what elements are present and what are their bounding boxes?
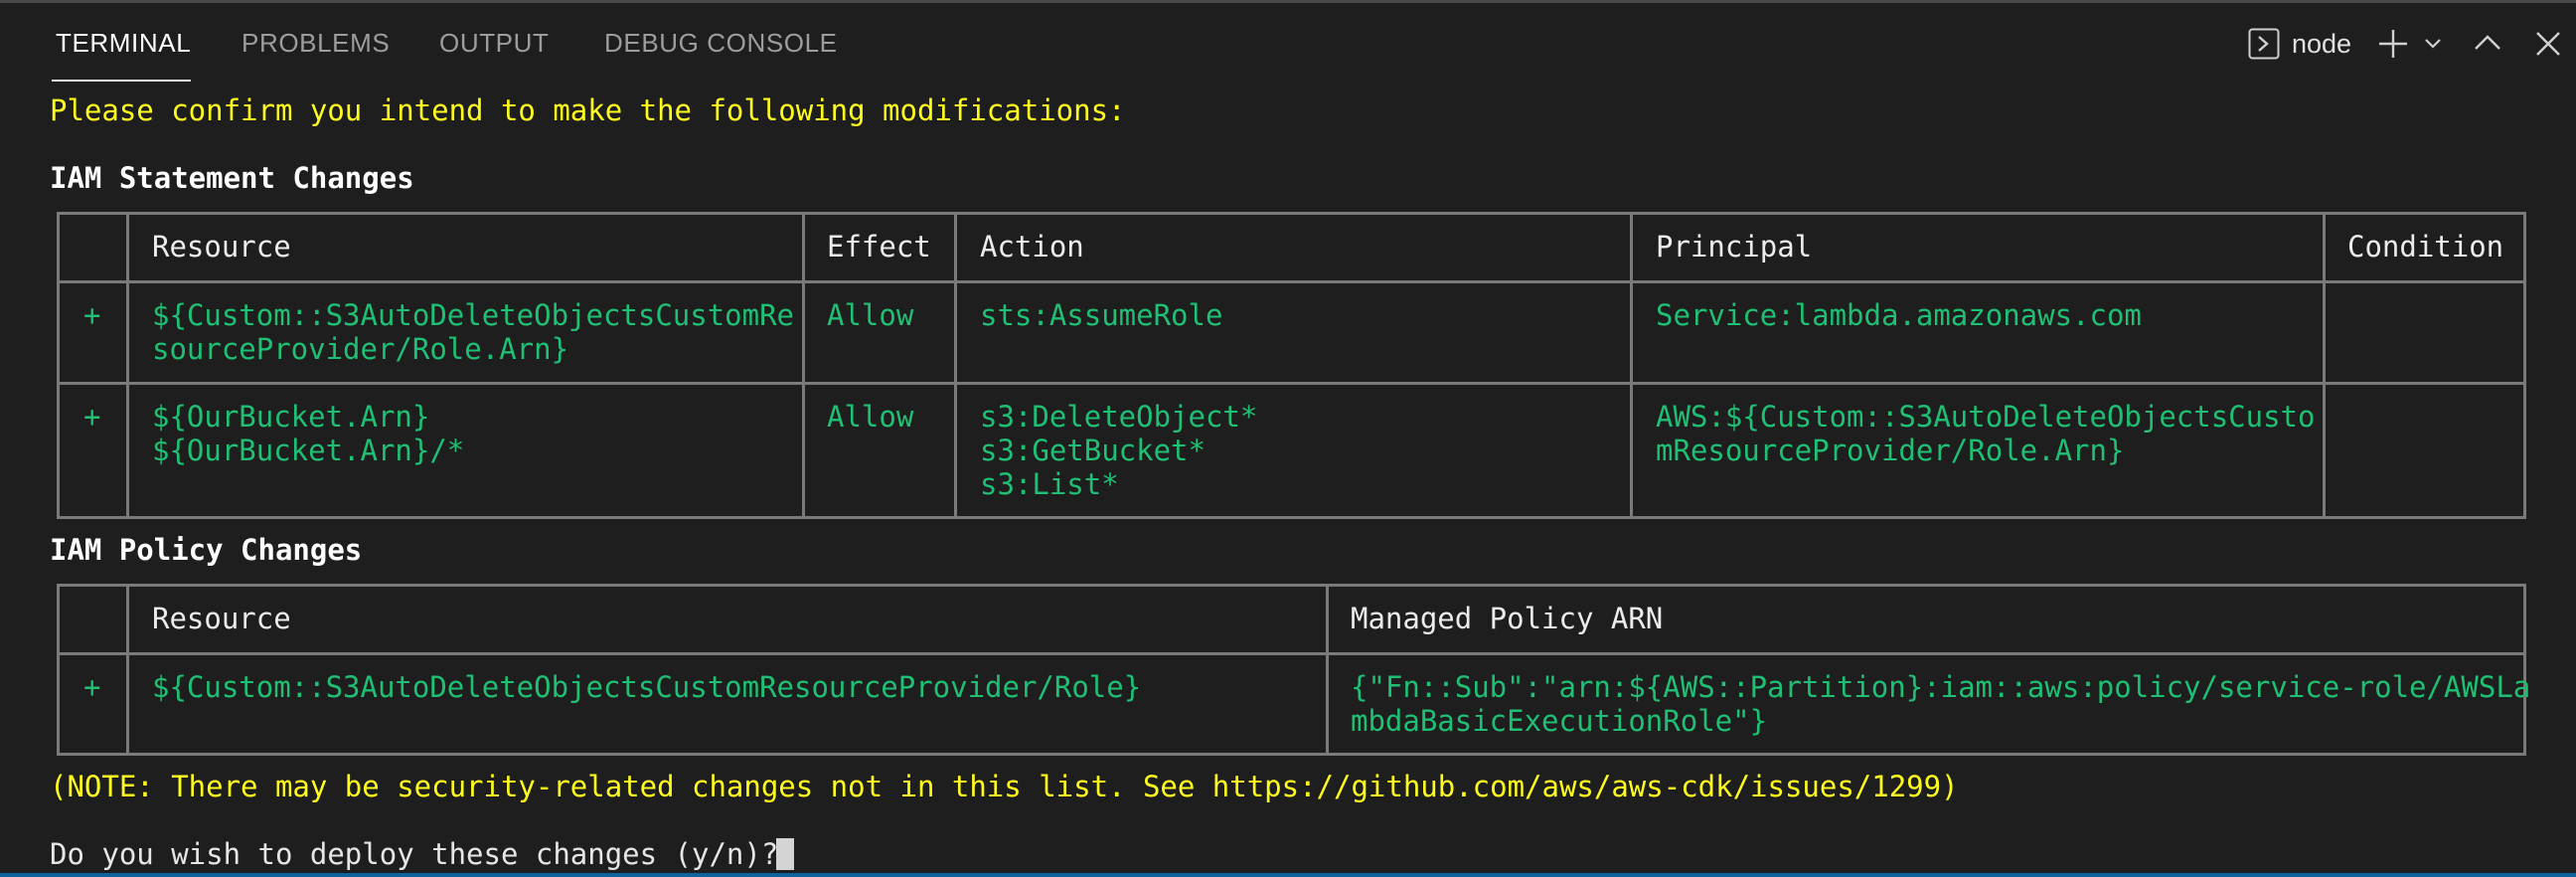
row-marker: +	[83, 670, 101, 704]
iam-policy-heading: IAM Policy Changes	[50, 533, 363, 567]
column-header-effect: Effect	[827, 230, 931, 263]
resource-cell: ${OurBucket.Arn}/*	[152, 434, 465, 467]
effect-cell: Allow	[827, 298, 914, 332]
principal-cell: AWS:${Custom::S3AutoDeleteObjectsCusto	[1656, 400, 2316, 434]
terminal-shell-name[interactable]: node	[2292, 29, 2351, 60]
panel-top-border	[0, 0, 2576, 3]
column-header-managed-policy-arn: Managed Policy ARN	[1351, 602, 1664, 635]
terminal-icon[interactable]	[2248, 28, 2280, 64]
action-cell: s3:GetBucket*	[980, 434, 1206, 467]
active-tab-indicator	[52, 80, 191, 82]
resource-cell: ${Custom::S3AutoDeleteObjectsCustomResou…	[152, 670, 1142, 704]
table-divider	[954, 215, 957, 516]
column-header-resource: Resource	[152, 230, 291, 263]
tab-problems[interactable]: PROBLEMS	[242, 28, 390, 59]
principal-cell: mResourceProvider/Role.Arn}	[1656, 434, 2125, 467]
close-icon[interactable]	[2534, 30, 2562, 62]
resource-cell: ${OurBucket.Arn}	[152, 400, 430, 434]
action-cell: s3:List*	[980, 467, 1119, 501]
tab-output[interactable]: OUTPUT	[439, 28, 549, 59]
resource-cell: ${Custom::S3AutoDeleteObjectsCustomRe	[152, 298, 795, 332]
resource-cell: sourceProvider/Role.Arn}	[152, 332, 569, 366]
table-divider	[1326, 587, 1329, 753]
action-cell: s3:DeleteObject*	[980, 400, 1258, 434]
effect-cell: Allow	[827, 400, 914, 434]
column-header-principal: Principal	[1656, 230, 1813, 263]
tab-terminal[interactable]: TERMINAL	[56, 28, 191, 59]
column-header-condition: Condition	[2347, 230, 2504, 263]
column-header-resource: Resource	[152, 602, 291, 635]
tab-debug-console[interactable]: DEBUG CONSOLE	[604, 28, 838, 59]
action-cell: sts:AssumeRole	[980, 298, 1223, 332]
table-divider	[60, 652, 2523, 655]
arn-cell: {"Fn::Sub":"arn:${AWS::Partition}:iam::a…	[1351, 670, 2531, 704]
iam-policy-table: Resource Managed Policy ARN + ${Custom::…	[57, 584, 2530, 756]
chevron-up-icon[interactable]	[2473, 32, 2502, 58]
row-marker: +	[83, 400, 101, 434]
deploy-prompt[interactable]: Do you wish to deploy these changes (y/n…	[50, 837, 796, 871]
table-divider	[126, 215, 129, 516]
terminal-cursor	[776, 838, 794, 870]
security-note: (NOTE: There may be security-related cha…	[50, 770, 1959, 803]
iam-statement-heading: IAM Statement Changes	[50, 161, 414, 195]
plus-icon[interactable]	[2377, 28, 2409, 64]
row-marker: +	[83, 298, 101, 332]
chevron-down-icon[interactable]	[2423, 36, 2443, 56]
table-divider	[60, 382, 2523, 385]
table-divider	[126, 587, 129, 753]
table-divider	[802, 215, 805, 516]
confirm-prompt: Please confirm you intend to make the fo…	[50, 93, 1126, 127]
table-divider	[60, 280, 2523, 283]
status-bar-edge	[0, 873, 2576, 877]
table-divider	[2323, 215, 2326, 516]
iam-statement-table: Resource Effect Action Principal Conditi…	[57, 212, 2526, 519]
arn-cell: mbdaBasicExecutionRole"}	[1351, 704, 1768, 738]
principal-cell: Service:lambda.amazonaws.com	[1656, 298, 2142, 332]
table-divider	[1630, 215, 1633, 516]
column-header-action: Action	[980, 230, 1084, 263]
